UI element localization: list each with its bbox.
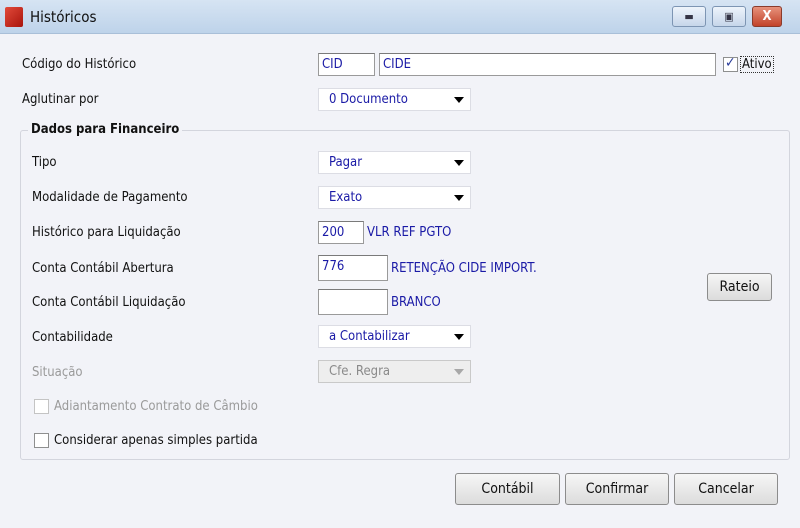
conta-liq-label: Conta Contábil Liquidação [32, 295, 186, 310]
aglutinar-value: 0 Documento [329, 92, 408, 107]
chevron-down-icon [454, 160, 464, 166]
ativo-label[interactable]: Ativo [740, 56, 774, 73]
adiantamento-label: Adiantamento Contrato de Câmbio [54, 399, 258, 414]
aglutinar-select[interactable]: 0 Documento [318, 88, 471, 111]
hist-liq-description: VLR REF PGTO [367, 225, 452, 240]
cancelar-button[interactable]: Cancelar [674, 473, 778, 505]
maximize-button[interactable]: ▣ [712, 6, 746, 27]
aglutinar-label: Aglutinar por [22, 92, 99, 107]
app-icon [5, 7, 23, 27]
situacao-value: Cfe. Regra [329, 364, 391, 379]
simples-checkbox[interactable] [34, 433, 49, 448]
chevron-down-icon [454, 97, 464, 103]
window-title: Históricos [30, 8, 97, 26]
conta-liq-description: BRANCO [391, 295, 441, 310]
hist-liq-code-input[interactable]: 200 [318, 221, 364, 244]
situacao-label: Situação [32, 365, 83, 380]
conta-abertura-label: Conta Contábil Abertura [32, 261, 174, 276]
conta-abertura-code-input[interactable]: 776 [318, 255, 388, 281]
codigo-label: Código do Histórico [22, 57, 137, 72]
close-button[interactable]: X [752, 6, 782, 27]
tipo-select[interactable]: Pagar [318, 151, 471, 174]
conta-liq-code-input[interactable] [318, 289, 388, 315]
modalidade-value: Exato [329, 190, 363, 205]
modalidade-select[interactable]: Exato [318, 186, 471, 209]
rateio-button[interactable]: Rateio [707, 273, 772, 301]
situacao-select: Cfe. Regra [318, 360, 471, 383]
contabilidade-value: a Contabilizar [329, 329, 410, 344]
simples-label[interactable]: Considerar apenas simples partida [54, 433, 258, 448]
chevron-down-icon [454, 334, 464, 340]
contabilidade-label: Contabilidade [32, 330, 113, 345]
tipo-value: Pagar [329, 155, 363, 170]
title-bar: Históricos ▬ ▣ X [0, 0, 800, 34]
ativo-checkbox[interactable] [723, 55, 738, 72]
codigo-code-input[interactable]: CID [318, 53, 375, 76]
modalidade-label: Modalidade de Pagamento [32, 190, 188, 205]
conta-abertura-description: RETENÇÃO CIDE IMPORT. [391, 261, 537, 276]
confirmar-button[interactable]: Confirmar [565, 473, 669, 505]
tipo-label: Tipo [32, 155, 57, 170]
chevron-down-icon [454, 195, 464, 201]
contabilidade-select[interactable]: a Contabilizar [318, 325, 471, 348]
codigo-description-input[interactable]: CIDE [379, 53, 716, 76]
adiantamento-checkbox [34, 399, 49, 414]
hist-liq-label: Histórico para Liquidação [32, 225, 181, 240]
chevron-down-icon [454, 369, 464, 375]
contabil-button[interactable]: Contábil [455, 473, 560, 505]
minimize-button[interactable]: ▬ [672, 6, 706, 27]
financeiro-title: Dados para Financeiro [28, 122, 183, 137]
